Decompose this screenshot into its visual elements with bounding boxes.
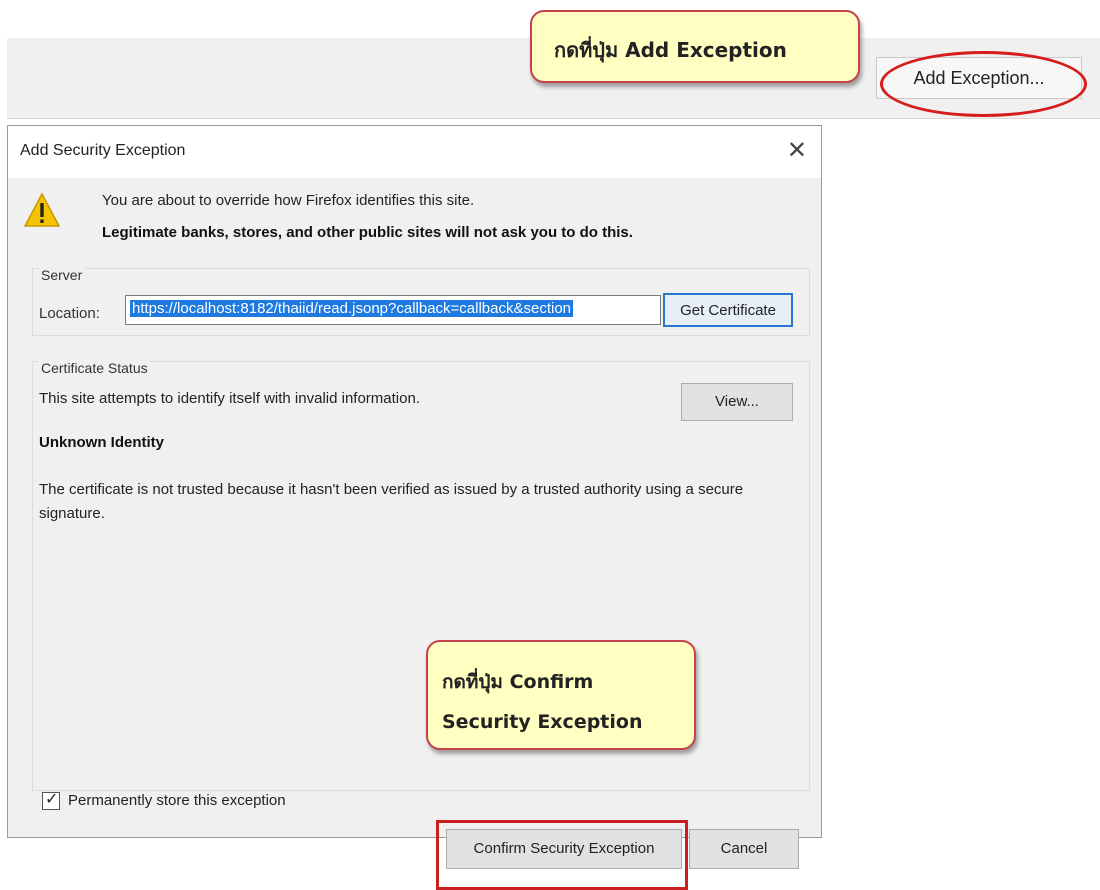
- confirm-security-exception-button[interactable]: Confirm Security Exception: [446, 829, 682, 869]
- callout-confirm: กดที่ปุ่ม Confirm Security Exception: [426, 640, 696, 750]
- unknown-identity-heading: Unknown Identity: [39, 434, 164, 451]
- server-group-label: Server: [39, 267, 85, 283]
- add-exception-button[interactable]: Add Exception...: [876, 57, 1082, 99]
- warning-icon: [24, 192, 60, 227]
- dialog-title-bar: Add Security Exception ✕: [8, 126, 821, 178]
- server-group: Server Location: https://localhost:8182/…: [32, 267, 810, 336]
- status-description: The certificate is not trusted because i…: [39, 481, 744, 522]
- callout-confirm-line1: กดที่ปุ่ม Confirm: [442, 671, 594, 693]
- certificate-status-label: Certificate Status: [39, 360, 150, 376]
- callout-add-exception: กดที่ปุ่ม Add Exception: [530, 10, 860, 83]
- get-certificate-button[interactable]: Get Certificate: [663, 293, 793, 327]
- callout-confirm-line2: Security Exception: [442, 711, 643, 733]
- location-input-value: https://localhost:8182/thaiid/read.jsonp…: [130, 300, 574, 317]
- permanent-store-checkbox[interactable]: ✓: [42, 791, 60, 810]
- dialog-body: You are about to override how Firefox id…: [8, 178, 821, 890]
- intro-text: You are about to override how Firefox id…: [102, 192, 475, 209]
- close-icon[interactable]: ✕: [787, 136, 807, 165]
- intro-warning-text: Legitimate banks, stores, and other publ…: [102, 224, 633, 241]
- view-button[interactable]: View...: [681, 383, 793, 421]
- cancel-button[interactable]: Cancel: [689, 829, 799, 869]
- callout-add-exception-text: กดที่ปุ่ม Add Exception: [554, 38, 787, 62]
- location-input[interactable]: https://localhost:8182/thaiid/read.jsonp…: [125, 295, 661, 325]
- location-label: Location:: [39, 305, 100, 322]
- checkmark-icon: ✓: [45, 791, 59, 808]
- add-security-exception-dialog: Add Security Exception ✕ You are about t…: [7, 125, 822, 890]
- permanent-store-label[interactable]: Permanently store this exception: [68, 792, 286, 809]
- dialog-title: Add Security Exception: [20, 142, 186, 159]
- status-text: This site attempts to identify itself wi…: [39, 390, 420, 407]
